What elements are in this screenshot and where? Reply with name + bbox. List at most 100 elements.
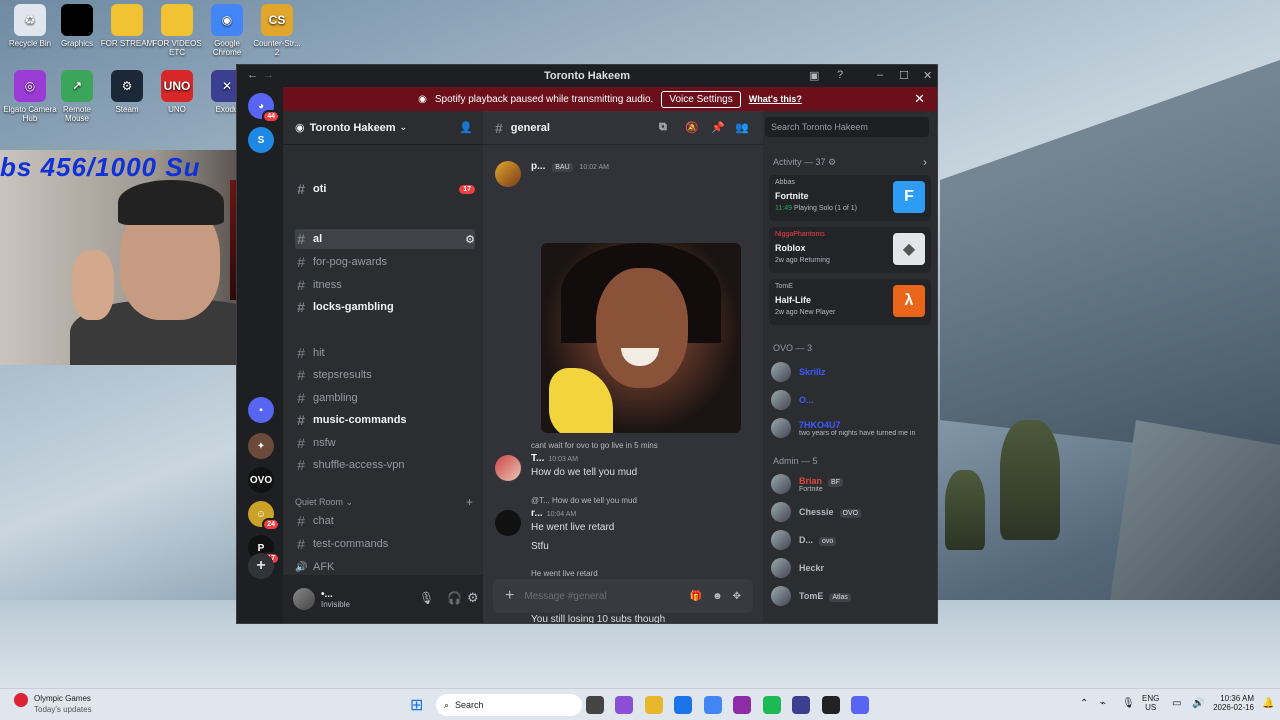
edge-icon[interactable]: [674, 696, 692, 714]
search-input[interactable]: Search Toronto Hakeem: [765, 117, 929, 137]
channel-item[interactable]: # al ⚙: [295, 229, 475, 249]
desktop-icon[interactable]: FOR STREAM: [100, 4, 154, 48]
desktop-icon[interactable]: ↗ Remote Mouse: [50, 70, 104, 123]
clock[interactable]: 10:36 AM 2026-02-16: [1208, 694, 1254, 712]
attach-plus-icon[interactable]: +: [505, 587, 514, 605]
minimize-icon[interactable]: –: [877, 69, 883, 81]
chrome-icon[interactable]: [703, 696, 722, 714]
message-input[interactable]: Message #general: [524, 591, 679, 602]
message-avatar[interactable]: [495, 510, 521, 536]
tray-chevron-icon[interactable]: ⌃: [1080, 698, 1088, 709]
channel-item[interactable]: # stepsresults: [295, 365, 475, 385]
network-icon[interactable]: ▭: [1172, 698, 1181, 709]
server-icon[interactable]: ◕ 44: [248, 93, 280, 123]
channel-item[interactable]: # shuffle-access-vpn: [295, 455, 475, 475]
desktop-icon[interactable]: UNO UNO: [150, 70, 204, 114]
message-author[interactable]: r...: [531, 508, 543, 519]
add-channel-icon[interactable]: +: [466, 495, 473, 509]
server-header[interactable]: ◉ Toronto Hakeem ⌄ 👤: [283, 111, 483, 145]
channel-item[interactable]: # music-commands: [295, 410, 475, 430]
whats-this-link[interactable]: What's this?: [749, 94, 802, 104]
headphones-icon[interactable]: 🎧: [447, 591, 462, 605]
wifi-off-icon[interactable]: ⌁: [1100, 698, 1106, 709]
gift-icon[interactable]: 🎁: [690, 591, 702, 602]
desktop-icon[interactable]: FOR VIDEOS ETC: [150, 4, 204, 57]
message-author[interactable]: T...: [531, 453, 544, 464]
reply-preview[interactable]: @T... How do we tell you mud: [495, 496, 755, 508]
server-icon[interactable]: OVO: [248, 467, 274, 493]
member-row[interactable]: D... ovo: [771, 527, 929, 553]
language-indicator[interactable]: ENG US: [1142, 694, 1159, 712]
mic-tray-icon[interactable]: 🎙: [1122, 698, 1135, 709]
desktop-icon[interactable]: CS Counter-Str... 2: [250, 4, 304, 57]
member-row[interactable]: Chessie OVO: [771, 499, 929, 525]
volume-icon[interactable]: 🔊: [1192, 698, 1204, 709]
server-icon[interactable]: ▪: [248, 397, 274, 423]
copilot-icon[interactable]: [615, 696, 633, 714]
threads-icon[interactable]: ⧉: [659, 121, 667, 134]
server-icon[interactable]: S: [248, 127, 274, 153]
channel-item[interactable]: # for-pog-awards: [295, 252, 475, 272]
desktop-icon[interactable]: Graphics: [50, 4, 104, 48]
add-server-icon[interactable]: +: [248, 553, 274, 579]
desktop-icon[interactable]: ♻ Recycle Bin: [3, 4, 57, 48]
channel-item[interactable]: # oti 17: [295, 179, 475, 199]
activity-card[interactable]: NiggaPhantoms Roblox 2w ago Returning ◆: [769, 227, 931, 273]
close-notice-icon[interactable]: ✕: [914, 91, 925, 107]
sticker-icon[interactable]: ☻: [712, 591, 723, 602]
chevron-right-icon[interactable]: ›: [923, 155, 927, 169]
channel-item[interactable]: 🔊 AFK: [295, 557, 475, 577]
pin-icon[interactable]: 📌: [711, 121, 725, 134]
desktop-icon[interactable]: ⚙ Steam: [100, 70, 154, 114]
server-icon[interactable]: ✦: [248, 433, 274, 459]
folder-icon[interactable]: [644, 696, 663, 714]
avatar[interactable]: [293, 588, 315, 610]
microphone-icon[interactable]: 🎙: [419, 591, 434, 605]
mute-icon[interactable]: 🔕: [685, 121, 699, 134]
apps-icon[interactable]: ✥: [733, 591, 741, 602]
channel-item[interactable]: # nsfw: [295, 433, 475, 453]
desktop-icon[interactable]: ◉ Google Chrome: [200, 4, 254, 57]
channel-item[interactable]: # gambling: [295, 388, 475, 408]
notifications-icon[interactable]: 🔔: [1262, 698, 1274, 709]
channel-item[interactable]: # test-commands: [295, 534, 475, 554]
desktop-icon[interactable]: ◎ Elgato Camera Hub: [3, 70, 57, 123]
app-icon[interactable]: [792, 696, 810, 714]
member-row[interactable]: O...: [771, 387, 929, 413]
maximize-icon[interactable]: ☐: [899, 69, 909, 82]
discord-icon[interactable]: [851, 696, 869, 714]
close-icon[interactable]: ✕: [923, 69, 932, 82]
activity-card[interactable]: Abbas Fortnite 11:49 Playing Solo (1 of 1)…: [769, 175, 931, 221]
spotify-icon[interactable]: [762, 696, 781, 714]
voice-settings-button[interactable]: Voice Settings: [661, 90, 741, 108]
message-avatar[interactable]: [495, 455, 521, 481]
channel-item[interactable]: # itness: [295, 275, 475, 295]
news-title[interactable]: Olympic Games: [34, 694, 91, 703]
member-row[interactable]: 7HKO4U7 two years of nights have turned m…: [771, 415, 929, 441]
member-row[interactable]: TomE Atlas: [771, 583, 929, 609]
settings-gear-icon[interactable]: ⚙: [467, 590, 479, 606]
channel-settings-icon[interactable]: ⚙: [465, 233, 475, 246]
channel-item[interactable]: # chat: [295, 511, 475, 531]
embedded-image[interactable]: [541, 243, 741, 433]
message-avatar[interactable]: [495, 161, 521, 187]
category-quiet-room[interactable]: Quiet Room ⌄: [295, 497, 353, 508]
invite-icon[interactable]: 👤: [459, 121, 473, 134]
member-row[interactable]: Brian BF Fortnite: [771, 471, 929, 497]
server-icon[interactable]: ☺ 24: [248, 501, 280, 531]
member-row[interactable]: Heckr: [771, 555, 929, 581]
member-row[interactable]: Skrillz: [771, 359, 929, 385]
start-icon[interactable]: ⊞: [410, 695, 423, 715]
help-icon[interactable]: ?: [837, 69, 843, 81]
obs-icon[interactable]: [821, 696, 840, 714]
channel-item[interactable]: # locks-gambling: [295, 297, 475, 317]
channel-item[interactable]: # hit: [295, 343, 475, 363]
message-author[interactable]: p...: [531, 161, 545, 172]
reply-preview[interactable]: cant wait for ovo to go live in 5 mins: [495, 441, 755, 453]
members-icon[interactable]: 👥: [735, 121, 749, 134]
inbox-icon[interactable]: ▣: [809, 69, 819, 82]
browser-icon[interactable]: [556, 696, 574, 714]
files-icon[interactable]: [585, 696, 604, 714]
nzxt-icon[interactable]: [733, 696, 751, 714]
news-icon[interactable]: [14, 693, 28, 707]
